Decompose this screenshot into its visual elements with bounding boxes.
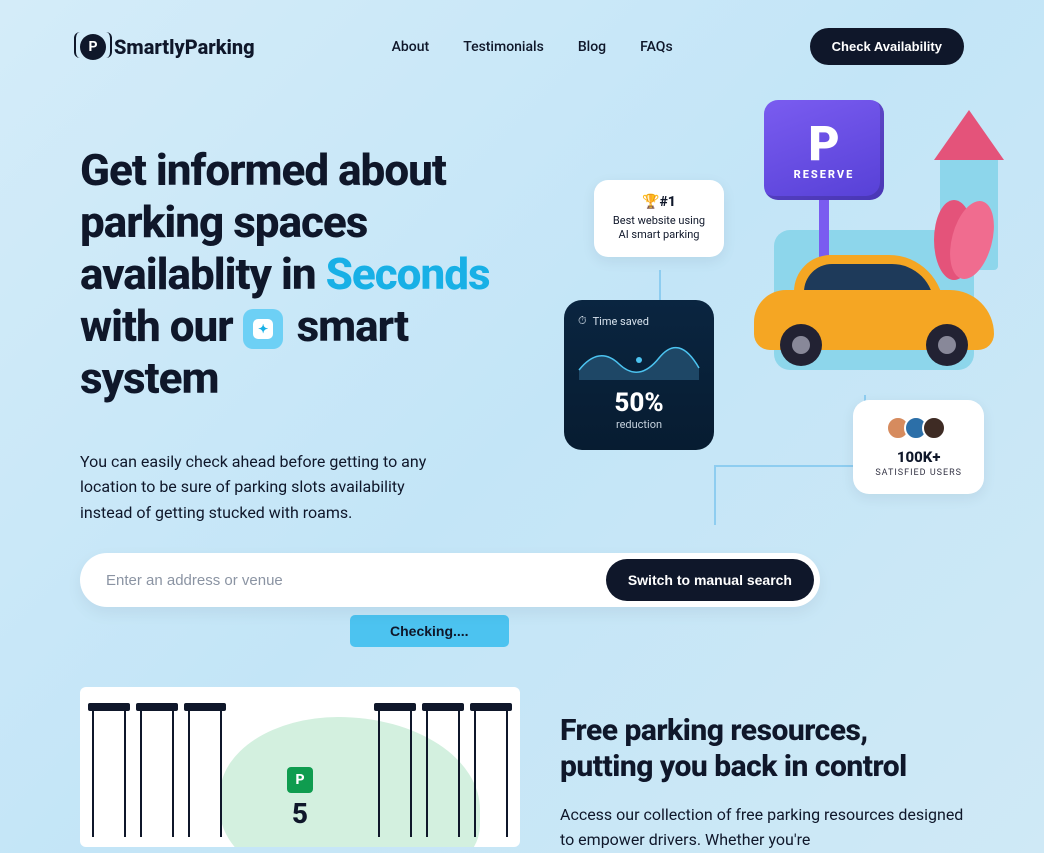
time-saved-card: ⏱ Time saved 50% reduction xyxy=(564,300,714,450)
time-saved-label: ⏱ Time saved xyxy=(578,314,700,328)
time-sub: reduction xyxy=(578,418,700,431)
nav-faqs[interactable]: FAQs xyxy=(640,39,673,55)
avatar-group-icon xyxy=(875,416,962,440)
parking-count: 5 xyxy=(292,797,308,830)
lane-icon xyxy=(140,707,174,837)
resources-section: P 5 Free parking resources, putting you … xyxy=(80,687,964,853)
top-nav: P SmartlyParking About Testimonials Blog… xyxy=(80,0,964,85)
lane-icon xyxy=(378,707,412,837)
hero-title: Get informed about parking spaces availa… xyxy=(80,145,550,405)
stopwatch-icon: ⏱ xyxy=(578,314,587,328)
lane-icon xyxy=(188,707,222,837)
section2-title: Free parking resources, putting you back… xyxy=(560,713,964,785)
car-icon xyxy=(754,240,994,370)
parking-badge-icon: P xyxy=(287,767,313,793)
hero-illustration: 🏆#1 Best website using AI smart parking … xyxy=(564,100,1004,540)
hero-title-line2: with our xyxy=(80,300,233,352)
lane-icon xyxy=(426,707,460,837)
lane-icon xyxy=(92,707,126,837)
ai-chip-icon: ✦ xyxy=(243,309,283,349)
logo-icon: P xyxy=(80,34,106,60)
hero-title-highlight: Seconds xyxy=(326,248,490,300)
users-card: 100K+ SATISFIED USERS xyxy=(853,400,984,494)
address-input[interactable] xyxy=(106,572,606,589)
nav-blog[interactable]: Blog xyxy=(578,39,606,55)
rank-text: Best website using AI smart parking xyxy=(612,214,706,243)
time-chart-icon xyxy=(578,340,700,380)
nav-testimonials[interactable]: Testimonials xyxy=(463,39,544,55)
search-bar: Switch to manual search xyxy=(80,553,820,607)
hero-subtitle: You can easily check ahead before gettin… xyxy=(80,449,440,526)
nav-about[interactable]: About xyxy=(392,39,430,55)
avatar-icon xyxy=(922,416,946,440)
section2-body: Access our collection of free parking re… xyxy=(560,803,964,853)
rank-badge: 🏆#1 xyxy=(612,194,706,210)
check-availability-button[interactable]: Check Availability xyxy=(810,28,964,65)
logo[interactable]: P SmartlyParking xyxy=(80,34,255,60)
users-sub: SATISFIED USERS xyxy=(875,468,962,478)
lane-icon xyxy=(474,707,508,837)
manual-search-button[interactable]: Switch to manual search xyxy=(606,559,814,601)
parking-map-card: P 5 xyxy=(80,687,520,847)
rank-card: 🏆#1 Best website using AI smart parking xyxy=(594,180,724,257)
checking-button[interactable]: Checking.... xyxy=(350,615,509,647)
time-percent: 50% xyxy=(578,388,700,418)
users-count: 100K+ xyxy=(875,448,962,466)
nav-links: About Testimonials Blog FAQs xyxy=(392,39,673,55)
brand-name: SmartlyParking xyxy=(114,35,255,59)
